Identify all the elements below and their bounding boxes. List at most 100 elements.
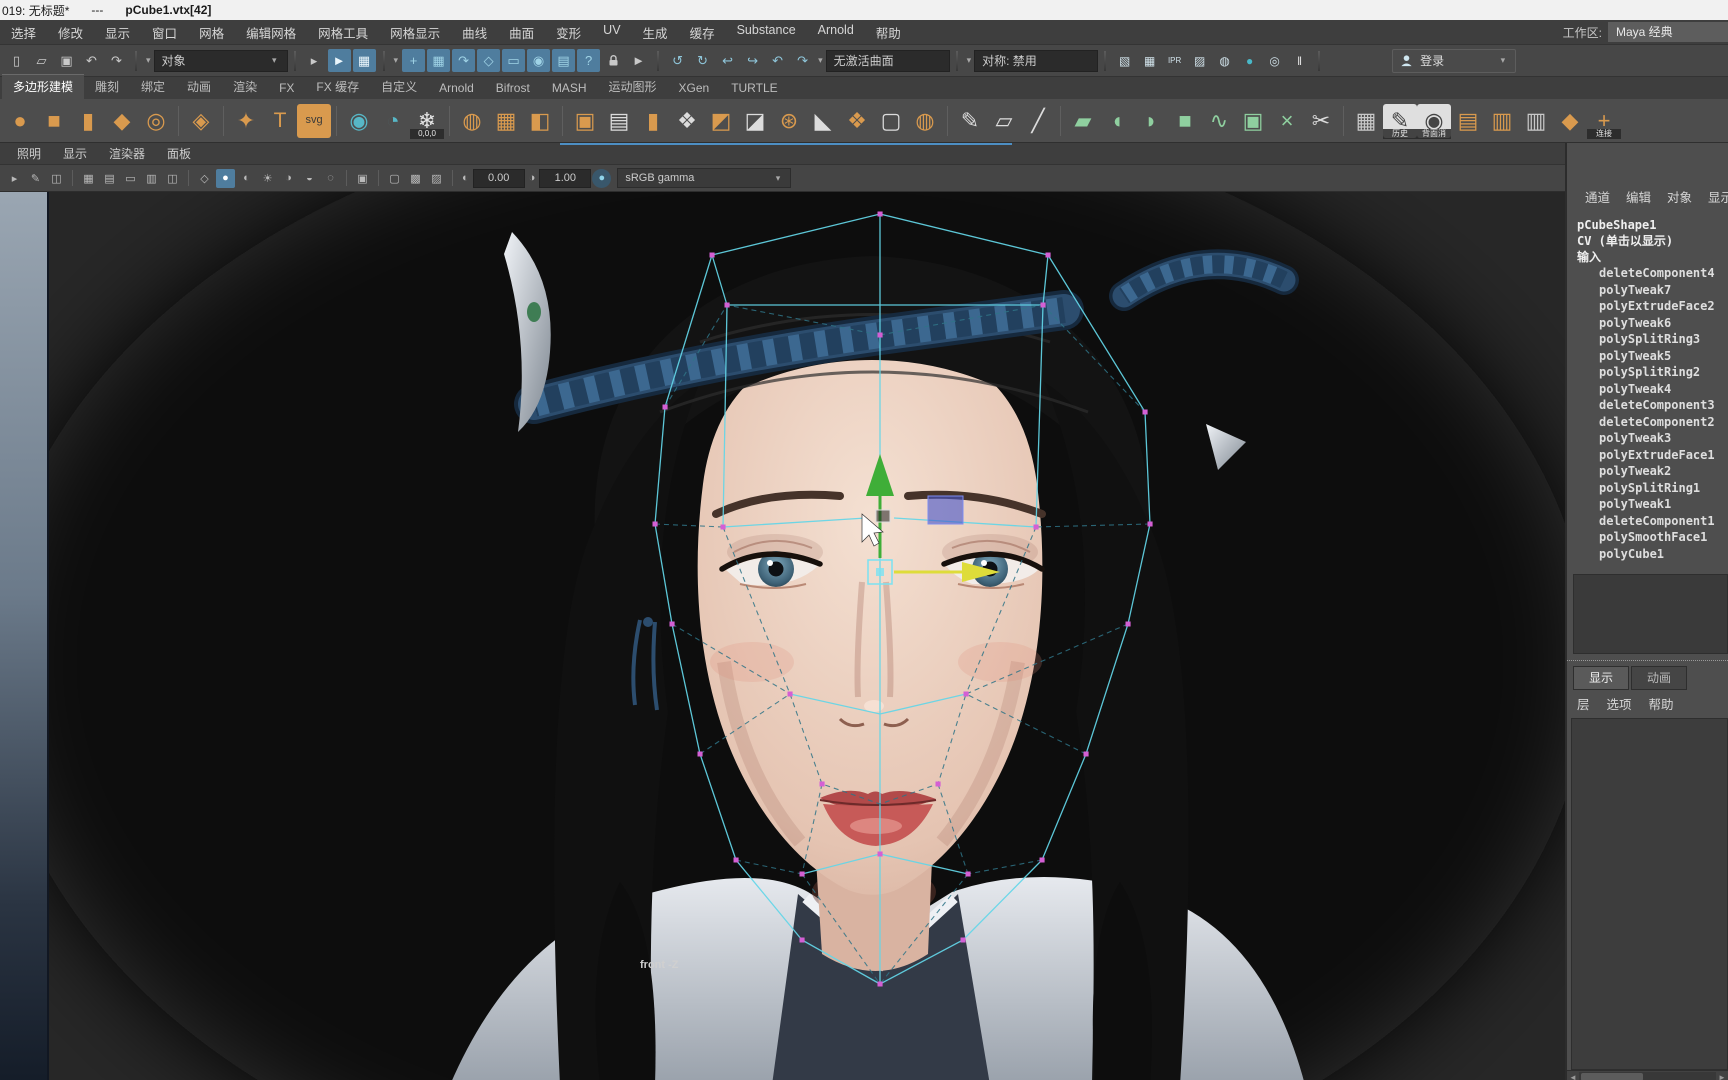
super-shape-icon[interactable]: ✦	[229, 104, 263, 138]
history-node[interactable]: polySmoothFace1	[1567, 529, 1728, 546]
scroll-right-icon[interactable]: ►	[1716, 1073, 1728, 1080]
menu-item[interactable]: 修改	[47, 23, 94, 42]
menu-item[interactable]: 缓存	[679, 23, 726, 42]
history-node[interactable]: polyTweak5	[1567, 348, 1728, 365]
history-node[interactable]: polyTweak4	[1567, 381, 1728, 398]
append-polygon-icon[interactable]: ◪	[738, 104, 772, 138]
film-gate-icon[interactable]: ▤	[100, 169, 119, 188]
edit-edge-flow-icon[interactable]: ▱	[987, 104, 1021, 138]
lattice-icon[interactable]: ▢	[874, 104, 908, 138]
shelf-tab[interactable]: 动画	[176, 75, 222, 99]
construction-aim-icon[interactable]: ◉	[342, 104, 376, 138]
resolution-gate-icon[interactable]: ▭	[121, 169, 140, 188]
column-grid-icon[interactable]: ▥	[1519, 104, 1553, 138]
history-node[interactable]: deleteComponent2	[1567, 414, 1728, 431]
curve-snap-e-icon[interactable]: ↷	[791, 49, 814, 72]
save-scene-icon[interactable]: ▣	[55, 49, 78, 72]
make-live-icon[interactable]: ◉	[527, 49, 551, 72]
history-node[interactable]: polyExtrudeFace1	[1567, 447, 1728, 464]
redo-icon[interactable]: ↷	[105, 49, 128, 72]
field-chart-icon[interactable]: ◫	[163, 169, 182, 188]
shaded-icon[interactable]: ●	[216, 168, 235, 188]
isolate-select-icon[interactable]: ▣	[353, 169, 372, 188]
history-node[interactable]: polySplitRing2	[1567, 364, 1728, 381]
menu-item[interactable]: UV	[592, 23, 631, 42]
snap-grid-icon[interactable]: ▦	[427, 49, 451, 72]
history-node[interactable]: polyExtrudeFace2	[1567, 298, 1728, 315]
workspace-selector[interactable]: 工作区: Maya 经典	[1563, 20, 1728, 44]
exposure-icon[interactable]: ◐	[458, 172, 473, 184]
panel-menu-item[interactable]: 照明	[6, 145, 52, 162]
scrollbar-thumb[interactable]	[1581, 1073, 1643, 1080]
history-node[interactable]: deleteComponent1	[1567, 513, 1728, 530]
snap-plane-icon[interactable]: ▭	[502, 49, 526, 72]
type-tool-icon[interactable]: T	[263, 104, 297, 138]
shelf-tab[interactable]: 渲染	[222, 75, 268, 99]
poly-cylinder-icon[interactable]: ▮	[71, 104, 105, 138]
quad-draw-icon[interactable]: ◣	[806, 104, 840, 138]
extrude-icon[interactable]: ▣	[568, 104, 602, 138]
history-node[interactable]: polyTweak6	[1567, 315, 1728, 332]
select-camera-icon[interactable]: ▸	[5, 169, 24, 188]
wireframe-icon[interactable]: ◇	[195, 169, 214, 188]
open-scene-icon[interactable]: ▱	[30, 49, 53, 72]
active-surface-field[interactable]: 无激活曲面	[825, 49, 950, 72]
cube-checker-icon[interactable]: ■	[1168, 104, 1202, 138]
selected-face-highlight[interactable]	[927, 495, 964, 525]
launch-render-icon[interactable]: ◎	[1263, 49, 1286, 72]
chevron-down-icon[interactable]: ▾	[964, 55, 975, 66]
quad-draw-pen-icon[interactable]: ╱	[1021, 104, 1055, 138]
multi-cut-wheel-icon[interactable]: ⊛	[772, 104, 806, 138]
separate-icon[interactable]: ▦	[489, 104, 523, 138]
history-node[interactable]: polyTweak2	[1567, 463, 1728, 480]
lights-icon[interactable]: ☀	[258, 169, 277, 188]
paint-effects-icon[interactable]: ✎	[26, 169, 45, 188]
shelf-tab[interactable]: 自定义	[370, 75, 428, 99]
history-node[interactable]: polySplitRing3	[1567, 331, 1728, 348]
history-node[interactable]: polyCube1	[1567, 546, 1728, 563]
history-node[interactable]: deleteComponent3	[1567, 397, 1728, 414]
layer-editor-menu[interactable]: 帮助	[1649, 694, 1674, 713]
snap-move-icon[interactable]: +	[402, 49, 426, 72]
panel-menu-item[interactable]: 面板	[156, 145, 202, 162]
layer-list[interactable]	[1571, 718, 1728, 1070]
login-button[interactable]: 登录 ▾	[1392, 48, 1517, 73]
panel-menu-item[interactable]: 显示	[52, 145, 98, 162]
select-object-icon[interactable]: ►	[327, 49, 351, 72]
smooth-mesh-icon[interactable]: ◍	[908, 104, 942, 138]
channel-value-area[interactable]	[1573, 574, 1728, 654]
smooth-icon[interactable]: ❖	[840, 104, 874, 138]
snap-time-icon[interactable]: ◔	[376, 104, 410, 138]
crease-tool-icon[interactable]: ✎	[953, 104, 987, 138]
textured-icon[interactable]: ◐	[237, 169, 256, 188]
zero-transforms-icon[interactable]: ❄ 0,0,0	[410, 104, 444, 139]
poly-sphere-icon[interactable]: ●	[3, 104, 37, 138]
layer-editor-tab[interactable]: 动画	[1631, 666, 1688, 690]
cut-tool-icon[interactable]: ✂	[1304, 104, 1338, 138]
duplicate-face-icon[interactable]: ❖	[670, 104, 704, 138]
history-node[interactable]: deleteComponent4	[1567, 265, 1728, 282]
undo-icon[interactable]: ↶	[80, 49, 103, 72]
poly-cube-icon[interactable]: ■	[37, 104, 71, 138]
menu-item[interactable]: 编辑网格	[235, 23, 307, 42]
colorspace-dropdown[interactable]: sRGB gamma ▾	[617, 168, 792, 188]
svg-tool-icon[interactable]: svg	[297, 103, 331, 138]
bevel-icon[interactable]: ▮	[636, 104, 670, 138]
gate-mask-icon[interactable]: ▥	[142, 169, 161, 188]
menu-item[interactable]: 曲线	[451, 23, 498, 42]
menu-item[interactable]: 生成	[632, 23, 679, 42]
gamma-icon[interactable]: ◑	[525, 172, 540, 184]
ipr-render-icon[interactable]: IPR	[1163, 49, 1186, 72]
spin-edge-icon[interactable]: ×	[1270, 104, 1304, 138]
shelf-tab[interactable]: 多边形建模	[2, 74, 85, 99]
combine-icon[interactable]: ◍	[455, 104, 489, 138]
render-view-icon[interactable]: ▧	[1113, 49, 1136, 72]
poly-plane-icon[interactable]: ◆	[105, 104, 139, 138]
shelf-tab[interactable]: 雕刻	[84, 75, 130, 99]
curve-snap-c-icon[interactable]: ↪	[741, 49, 764, 72]
grid-panel-icon[interactable]: ▦	[1349, 104, 1383, 138]
shelf-tab[interactable]: MASH	[541, 78, 598, 99]
menu-item[interactable]: 帮助	[865, 23, 912, 42]
history-toggle-icon[interactable]: ✎ 历史	[1383, 103, 1417, 139]
shelf-tab[interactable]: FX 缓存	[305, 75, 370, 99]
